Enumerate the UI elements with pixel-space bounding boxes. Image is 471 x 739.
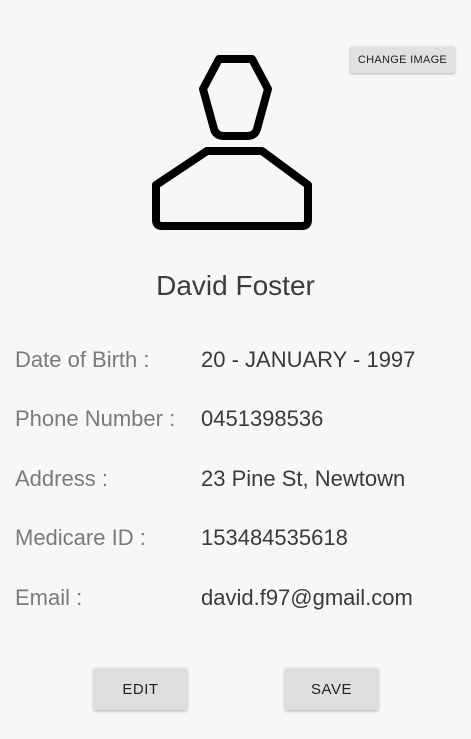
- medicare-value: 153484535618: [201, 525, 348, 550]
- edit-button[interactable]: EDIT: [94, 668, 187, 710]
- phone-label: Phone Number :: [15, 406, 176, 431]
- save-button[interactable]: SAVE: [285, 668, 378, 710]
- email-label: Email :: [15, 585, 83, 610]
- phone-row: Phone Number : 0451398536: [0, 406, 471, 438]
- profile-name: David Foster: [156, 270, 315, 301]
- address-value: 23 Pine St, Newtown: [201, 466, 406, 491]
- phone-value: 0451398536: [201, 406, 324, 431]
- address-label: Address :: [15, 466, 108, 491]
- profile-screen: CHANGE IMAGE David Foster Date of Birth …: [0, 0, 471, 739]
- medicare-row: Medicare ID : 153484535618: [0, 525, 471, 557]
- email-value: david.f97@gmail.com: [201, 585, 413, 610]
- dob-value: 20 - JANUARY - 1997: [201, 347, 416, 372]
- dob-label: Date of Birth :: [15, 347, 150, 372]
- change-image-button[interactable]: CHANGE IMAGE: [350, 46, 455, 73]
- address-row: Address : 23 Pine St, Newtown: [0, 466, 471, 498]
- email-row: Email : david.f97@gmail.com: [0, 585, 471, 617]
- dob-row: Date of Birth : 20 - JANUARY - 1997: [0, 347, 471, 379]
- person-outline-icon[interactable]: [150, 52, 320, 234]
- medicare-label: Medicare ID :: [15, 525, 146, 550]
